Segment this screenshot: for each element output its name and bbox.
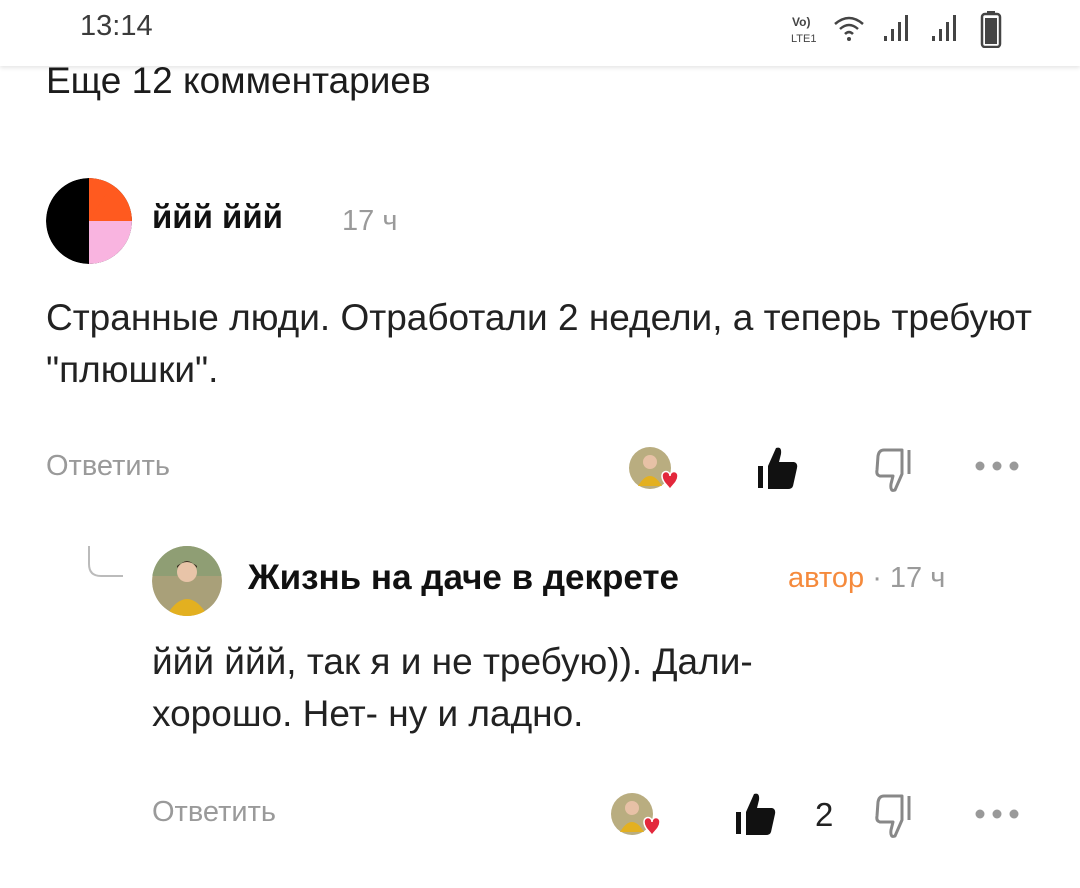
status-time: 13:14 [80,10,153,42]
status-bar: 13:14 Vo) LTE1 [0,0,1080,66]
reply-text: ййй ййй, так я и не требую)). Дали- хоро… [152,641,753,734]
reply-button[interactable]: Ответить [46,450,170,483]
reply-button[interactable]: Ответить [152,796,276,829]
like-count: 2 [815,796,834,833]
like-icon[interactable] [756,444,800,492]
battery-icon [980,11,1002,48]
more-comments-link[interactable]: Еще 12 комментариев [46,60,431,102]
avatar[interactable] [152,546,222,616]
dislike-icon[interactable] [874,446,918,494]
dislike-icon[interactable] [874,792,918,840]
reply-author[interactable]: Жизнь на даче в декрете [248,558,679,598]
author-badge: автор [788,562,865,594]
meta-separator: · [872,562,882,594]
reply-meta: автор · 17 ч [788,562,945,595]
signal-icon [932,15,956,41]
signal-icon [884,15,908,41]
more-options-icon[interactable] [974,460,1020,472]
comment-text: Странные люди. Отработали 2 недели, а те… [46,297,1032,390]
more-options-icon[interactable] [974,808,1020,820]
author-like-badge [628,446,688,492]
volte-icon: Vo) LTE1 [791,15,816,45]
like-icon[interactable] [734,790,778,838]
author-like-badge [610,792,670,838]
wifi-icon [834,16,864,41]
reply-thread-line-icon [88,546,123,577]
avatar[interactable] [46,178,132,264]
svg-text:Vo): Vo) [792,15,810,29]
reply-time: 17 ч [889,562,946,594]
comment-time: 17 ч [342,205,398,237]
comment-author[interactable]: ййй ййй [152,198,283,236]
svg-text:LTE1: LTE1 [791,33,816,45]
